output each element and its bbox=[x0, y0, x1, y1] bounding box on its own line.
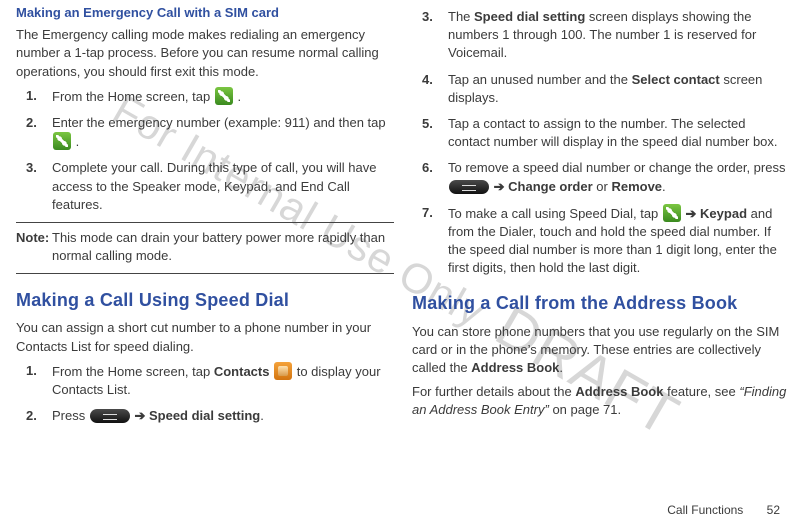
para-ab-2-post: on page 71. bbox=[552, 402, 621, 417]
footer-section: Call Functions bbox=[667, 503, 743, 517]
note-label: Note: bbox=[16, 229, 49, 247]
step-2: 2. Press ➔ Speed dial setting. bbox=[16, 407, 394, 425]
step-text-mid: or bbox=[596, 179, 611, 194]
step-text: To make a call using Speed Dial, tap bbox=[448, 206, 662, 221]
contacts-icon bbox=[274, 362, 292, 380]
steps-emergency: 1. From the Home screen, tap . 2. Enter … bbox=[16, 87, 394, 214]
phone-icon bbox=[215, 87, 233, 105]
menu-button-icon bbox=[449, 180, 489, 194]
heading-speed-dial: Making a Call Using Speed Dial bbox=[16, 288, 394, 313]
note-text: This mode can drain your battery power m… bbox=[52, 230, 385, 263]
step-number: 1. bbox=[26, 87, 37, 105]
para-ab-2: For further details about the Address Bo… bbox=[412, 383, 790, 419]
page-footer: Call Functions 52 bbox=[667, 503, 780, 517]
para-emergency-intro: The Emergency calling mode makes rediali… bbox=[16, 26, 394, 81]
steps-speeddial-right: 3. The Speed dial setting screen display… bbox=[412, 8, 790, 277]
step-text: From the Home screen, tap bbox=[52, 364, 214, 379]
step-number: 2. bbox=[26, 407, 37, 425]
step-text: Tap a contact to assign to the number. T… bbox=[448, 116, 778, 149]
bold-speeddialsetting: Speed dial setting bbox=[149, 408, 260, 423]
step-text: From the Home screen, tap bbox=[52, 89, 214, 104]
arrow-icon: ➔ bbox=[686, 206, 701, 221]
divider bbox=[16, 273, 394, 274]
step-6: 6. To remove a speed dial number or chan… bbox=[412, 159, 790, 195]
steps-speeddial-left: 1. From the Home screen, tap Contacts to… bbox=[16, 362, 394, 426]
step-4: 4. Tap an unused number and the Select c… bbox=[412, 71, 790, 107]
step-text: Complete your call. During this type of … bbox=[52, 160, 376, 211]
step-number: 5. bbox=[422, 115, 433, 133]
step-text: The bbox=[448, 9, 474, 24]
step-text-post: . bbox=[260, 408, 264, 423]
step-text-post: . bbox=[234, 89, 241, 104]
phone-icon bbox=[663, 204, 681, 222]
step-number: 3. bbox=[422, 8, 433, 26]
para-ab-2-pre: For further details about the bbox=[412, 384, 575, 399]
step-7: 7. To make a call using Speed Dial, tap … bbox=[412, 204, 790, 278]
note-battery: Note: This mode can drain your battery p… bbox=[16, 229, 394, 265]
step-text: Tap an unused number and the bbox=[448, 72, 632, 87]
footer-page-number: 52 bbox=[767, 503, 780, 517]
bold-selectcontact: Select contact bbox=[632, 72, 720, 87]
subheading-sim-emergency: Making an Emergency Call with a SIM card bbox=[16, 4, 394, 22]
step-1: 1. From the Home screen, tap . bbox=[16, 87, 394, 106]
arrow-icon: ➔ bbox=[494, 179, 509, 194]
para-ab-1-pre: You can store phone numbers that you use… bbox=[412, 324, 779, 375]
bold-addressbook: Address Book bbox=[471, 360, 559, 375]
bold-speeddialsetting: Speed dial setting bbox=[474, 9, 585, 24]
step-number: 3. bbox=[26, 159, 37, 177]
step-1: 1. From the Home screen, tap Contacts to… bbox=[16, 362, 394, 399]
bold-remove: Remove bbox=[611, 179, 662, 194]
step-number: 7. bbox=[422, 204, 433, 222]
bold-addressbook2: Address Book bbox=[575, 384, 663, 399]
heading-address-book: Making a Call from the Address Book bbox=[412, 291, 790, 316]
step-3: 3. The Speed dial setting screen display… bbox=[412, 8, 790, 63]
para-ab-1: You can store phone numbers that you use… bbox=[412, 323, 790, 378]
para-speeddial-intro: You can assign a short cut number to a p… bbox=[16, 319, 394, 355]
step-3: 3. Complete your call. During this type … bbox=[16, 159, 394, 214]
para-ab-2-mid: feature, see bbox=[667, 384, 739, 399]
divider bbox=[16, 222, 394, 223]
right-column: 3. The Speed dial setting screen display… bbox=[412, 4, 790, 426]
step-text-post: . bbox=[662, 179, 666, 194]
bold-contacts: Contacts bbox=[214, 364, 273, 379]
bold-keypad: Keypad bbox=[700, 206, 747, 221]
step-5: 5. Tap a contact to assign to the number… bbox=[412, 115, 790, 151]
left-column: Making an Emergency Call with a SIM card… bbox=[16, 4, 394, 433]
bold-changeorder: Change order bbox=[508, 179, 593, 194]
step-text: Enter the emergency number (example: 911… bbox=[52, 115, 386, 130]
step-2: 2. Enter the emergency number (example: … bbox=[16, 114, 394, 151]
menu-button-icon bbox=[90, 409, 130, 423]
step-number: 1. bbox=[26, 362, 37, 380]
step-text: Press bbox=[52, 408, 89, 423]
phone-icon bbox=[53, 132, 71, 150]
manual-page: For Internal Use Only DRAFT Making an Em… bbox=[0, 0, 800, 525]
step-number: 4. bbox=[422, 71, 433, 89]
para-ab-1-post: . bbox=[559, 360, 563, 375]
step-text: To remove a speed dial number or change … bbox=[448, 160, 785, 175]
arrow-icon: ➔ bbox=[134, 408, 149, 423]
step-number: 6. bbox=[422, 159, 433, 177]
step-number: 2. bbox=[26, 114, 37, 132]
step-text-post: . bbox=[72, 134, 79, 149]
